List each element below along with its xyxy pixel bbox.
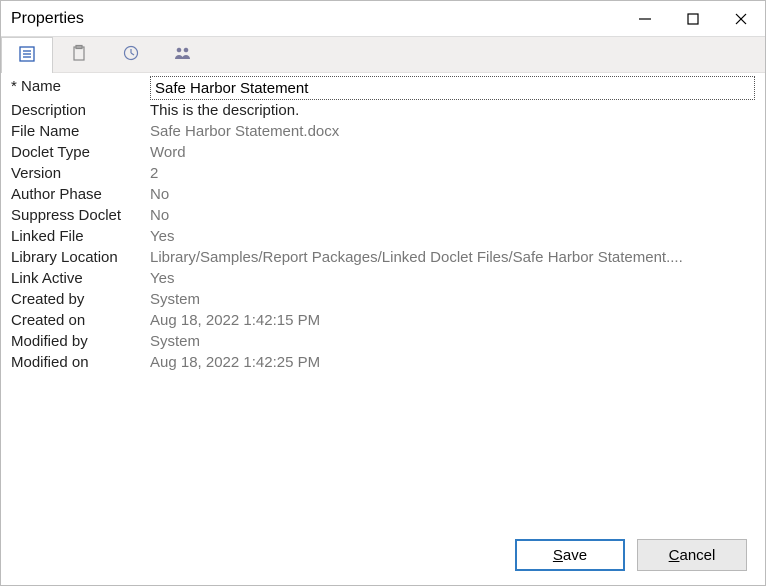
label-modified-by: Modified by bbox=[11, 331, 146, 352]
clipboard-icon bbox=[70, 44, 88, 65]
value-suppress-doclet: No bbox=[150, 205, 755, 226]
label-linked-file: Linked File bbox=[11, 226, 146, 247]
label-file-name: File Name bbox=[11, 121, 146, 142]
value-version: 2 bbox=[150, 163, 755, 184]
minimize-button[interactable] bbox=[621, 1, 669, 37]
label-created-on: Created on bbox=[11, 310, 146, 331]
cancel-button[interactable]: Cancel bbox=[637, 539, 747, 571]
label-library-location: Library Location bbox=[11, 247, 146, 268]
value-file-name: Safe Harbor Statement.docx bbox=[150, 121, 755, 142]
label-name: * Name bbox=[11, 76, 146, 100]
close-button[interactable] bbox=[717, 1, 765, 37]
save-button[interactable]: Save bbox=[515, 539, 625, 571]
label-modified-on: Modified on bbox=[11, 352, 146, 373]
value-linked-file: Yes bbox=[150, 226, 755, 247]
label-link-active: Link Active bbox=[11, 268, 146, 289]
label-author-phase: Author Phase bbox=[11, 184, 146, 205]
value-author-phase: No bbox=[150, 184, 755, 205]
button-bar: Save Cancel bbox=[1, 535, 765, 585]
value-modified-on: Aug 18, 2022 1:42:25 PM bbox=[150, 352, 755, 373]
tab-people[interactable] bbox=[157, 37, 209, 72]
label-version: Version bbox=[11, 163, 146, 184]
value-modified-by: System bbox=[150, 331, 755, 352]
properties-grid: * Name Safe Harbor Statement Description… bbox=[11, 76, 755, 373]
save-button-rest: ave bbox=[563, 547, 587, 564]
value-link-active: Yes bbox=[150, 268, 755, 289]
label-description: Description bbox=[11, 100, 146, 121]
label-suppress-doclet: Suppress Doclet bbox=[11, 205, 146, 226]
window-title: Properties bbox=[11, 10, 621, 28]
properties-panel: * Name Safe Harbor Statement Description… bbox=[1, 73, 765, 535]
cancel-button-rest: ancel bbox=[679, 547, 715, 564]
tab-strip bbox=[1, 37, 765, 73]
label-doclet-type: Doclet Type bbox=[11, 142, 146, 163]
value-created-by: System bbox=[150, 289, 755, 310]
details-icon bbox=[18, 45, 36, 66]
clock-icon bbox=[122, 44, 140, 65]
maximize-button[interactable] bbox=[669, 1, 717, 37]
value-doclet-type: Word bbox=[150, 142, 755, 163]
tab-details[interactable] bbox=[1, 37, 53, 73]
people-icon bbox=[173, 44, 193, 65]
input-name[interactable]: Safe Harbor Statement bbox=[150, 76, 755, 100]
value-library-location: Library/Samples/Report Packages/Linked D… bbox=[150, 247, 755, 268]
label-created-by: Created by bbox=[11, 289, 146, 310]
value-created-on: Aug 18, 2022 1:42:15 PM bbox=[150, 310, 755, 331]
title-bar: Properties bbox=[1, 1, 765, 37]
tab-clipboard[interactable] bbox=[53, 37, 105, 72]
value-description[interactable]: This is the description. bbox=[150, 100, 755, 121]
tab-history[interactable] bbox=[105, 37, 157, 72]
